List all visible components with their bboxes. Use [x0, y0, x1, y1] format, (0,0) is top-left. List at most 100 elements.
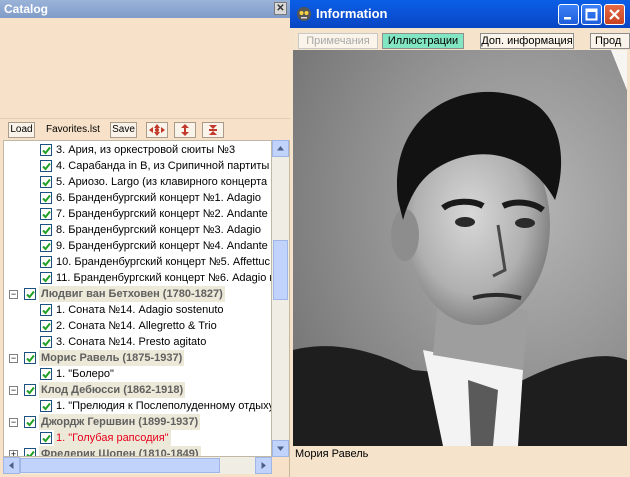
- checkbox[interactable]: [40, 272, 52, 284]
- minimize-icon[interactable]: [558, 4, 579, 25]
- window-close-icon[interactable]: [604, 4, 625, 25]
- checkbox[interactable]: [24, 288, 36, 300]
- horizontal-scrollbar[interactable]: [3, 457, 272, 474]
- composer-label: Людвиг ван Бетховен (1780-1827): [39, 286, 225, 302]
- scroll-left-button[interactable]: [3, 457, 20, 474]
- checkbox[interactable]: [40, 208, 52, 220]
- tab-more[interactable]: Прод: [590, 33, 630, 49]
- track-label: 1. "Прелюдия к Послеполуденному отдыху: [56, 400, 272, 412]
- track-label: 8. Бранденбургский концерт №3. Adagio: [56, 224, 262, 236]
- tree-item[interactable]: 10. Бранденбургский концерт №5. Affettuc: [4, 254, 271, 270]
- tree-item[interactable]: 8. Бранденбургский концерт №3. Adagio: [4, 222, 271, 238]
- portrait-image: [293, 50, 627, 446]
- maximize-icon[interactable]: [581, 4, 602, 25]
- catalog-tree[interactable]: 3. Ария, из оркестровой сюиты №3 4. Сараб…: [3, 140, 272, 457]
- information-window: Information Примечания Иллюстрации Доп. …: [290, 0, 630, 477]
- move-all-icon[interactable]: [146, 122, 168, 138]
- info-bottom-strip: [290, 462, 630, 477]
- track-label: 1. "Голубая рапсодия": [54, 430, 171, 446]
- composer-label: Джордж Гершвин (1899-1937): [39, 414, 201, 430]
- tree-item[interactable]: 1. "Болеро": [4, 366, 271, 382]
- checkbox[interactable]: [40, 256, 52, 268]
- tree-composer-row[interactable]: + Фредерик Шопен (1810-1849): [4, 446, 271, 456]
- checkbox[interactable]: [24, 416, 36, 428]
- information-title-bar[interactable]: Information: [290, 0, 630, 28]
- tree-item-selected[interactable]: 1. "Голубая рапсодия": [4, 430, 271, 446]
- checkbox[interactable]: [40, 240, 52, 252]
- tree-item[interactable]: 1. Соната №14. Adagio sostenuto: [4, 302, 271, 318]
- checkbox[interactable]: [40, 224, 52, 236]
- catalog-toolbar: Load Favorites.lst Save: [0, 118, 290, 140]
- checkbox[interactable]: [24, 352, 36, 364]
- expand-icon[interactable]: +: [9, 450, 18, 456]
- move-up-down-icon[interactable]: [174, 122, 196, 138]
- scroll-right-button[interactable]: [255, 457, 272, 474]
- tree-composer-row[interactable]: − Клод Дебюсси (1862-1918): [4, 382, 271, 398]
- tab-extra-info[interactable]: Доп. информация: [480, 33, 574, 49]
- collapse-icon[interactable]: −: [9, 386, 18, 395]
- scroll-thumb[interactable]: [273, 240, 288, 300]
- collapse-icon[interactable]: −: [9, 290, 18, 299]
- checkbox[interactable]: [40, 160, 52, 172]
- track-label: 1. Соната №14. Adagio sostenuto: [56, 304, 224, 316]
- tree-item[interactable]: 2. Соната №14. Allegretto & Trio: [4, 318, 271, 334]
- track-label: 1. "Болеро": [56, 368, 114, 380]
- track-label: 9. Бранденбургский концерт №4. Andante: [56, 240, 268, 252]
- collapse-icon[interactable]: −: [9, 354, 18, 363]
- checkbox[interactable]: [40, 336, 52, 348]
- checkbox[interactable]: [40, 192, 52, 204]
- composer-label: Клод Дебюсси (1862-1918): [39, 382, 186, 398]
- track-label: 6. Бранденбургский концерт №1. Adagio: [56, 192, 262, 204]
- load-button[interactable]: Load: [8, 122, 35, 138]
- favorites-file-label[interactable]: Favorites.lst: [46, 123, 106, 137]
- info-tabs: Примечания Иллюстрации Доп. информация П…: [290, 28, 630, 50]
- tree-item[interactable]: 7. Бранденбургский концерт №2. Andante: [4, 206, 271, 222]
- checkbox[interactable]: [40, 176, 52, 188]
- scroll-down-button[interactable]: [272, 440, 289, 457]
- tree-item[interactable]: 5. Ариозо. Largo (из клавирного концерта: [4, 174, 271, 190]
- tree-item[interactable]: 1. "Прелюдия к Послеполуденному отдыху: [4, 398, 272, 414]
- tree-composer-row[interactable]: − Джордж Гершвин (1899-1937): [4, 414, 271, 430]
- image-caption: Мория Равель: [295, 448, 369, 460]
- checkbox[interactable]: [40, 400, 52, 412]
- save-button[interactable]: Save: [110, 122, 137, 138]
- tree-item[interactable]: 6. Бранденбургский концерт №1. Adagio: [4, 190, 271, 206]
- catalog-title: Catalog: [4, 2, 49, 16]
- track-label: 2. Соната №14. Allegretto & Trio: [56, 320, 217, 332]
- tree-composer-row[interactable]: − Морис Равель (1875-1937): [4, 350, 271, 366]
- scroll-up-button[interactable]: [272, 140, 289, 157]
- catalog-empty-area: [0, 18, 290, 118]
- tree-item[interactable]: 3. Соната №14. Presto agitato: [4, 334, 271, 350]
- tree-item[interactable]: 9. Бранденбургский концерт №4. Andante: [4, 238, 271, 254]
- checkbox[interactable]: [24, 384, 36, 396]
- checkbox[interactable]: [40, 432, 52, 444]
- composer-label: Морис Равель (1875-1937): [39, 350, 185, 366]
- app-icon: [296, 6, 312, 22]
- checkbox[interactable]: [40, 368, 52, 380]
- hscroll-thumb[interactable]: [20, 458, 220, 473]
- checkbox[interactable]: [40, 144, 52, 156]
- tree-item[interactable]: 11. Бранденбургский концерт №6. Adagio r: [4, 270, 272, 286]
- track-label: 5. Ариозо. Largo (из клавирного концерта: [56, 176, 268, 188]
- checkbox[interactable]: [40, 304, 52, 316]
- checkbox[interactable]: [24, 448, 36, 456]
- track-label: 7. Бранденбургский концерт №2. Andante: [56, 208, 268, 220]
- collapse-icon[interactable]: −: [9, 418, 18, 427]
- catalog-title-bar[interactable]: Catalog ✕: [0, 0, 290, 18]
- tree-item[interactable]: 3. Ария, из оркестровой сюиты №3: [4, 142, 271, 158]
- tab-illustrations[interactable]: Иллюстрации: [382, 33, 464, 49]
- tree-item[interactable]: 4. Сарабанда in B, из Срипичной партиты …: [4, 158, 272, 174]
- tab-notes[interactable]: Примечания: [298, 33, 378, 49]
- track-label: 10. Бранденбургский концерт №5. Affettuc: [56, 256, 270, 268]
- information-title: Information: [316, 6, 388, 21]
- vertical-scrollbar[interactable]: [272, 140, 289, 457]
- composer-label: Фредерик Шопен (1810-1849): [39, 446, 201, 456]
- checkbox[interactable]: [40, 320, 52, 332]
- catalog-panel: Catalog ✕ Load Favorites.lst Save 3. Ари…: [0, 0, 290, 477]
- track-label: 4. Сарабанда in B, из Срипичной партиты …: [56, 160, 272, 172]
- close-icon[interactable]: ✕: [274, 2, 287, 15]
- move-collapse-icon[interactable]: [202, 122, 224, 138]
- tree-composer-row[interactable]: − Людвиг ван Бетховен (1780-1827): [4, 286, 271, 302]
- track-label: 11. Бранденбургский концерт №6. Adagio r: [56, 272, 272, 284]
- track-label: 3. Соната №14. Presto agitato: [56, 336, 207, 348]
